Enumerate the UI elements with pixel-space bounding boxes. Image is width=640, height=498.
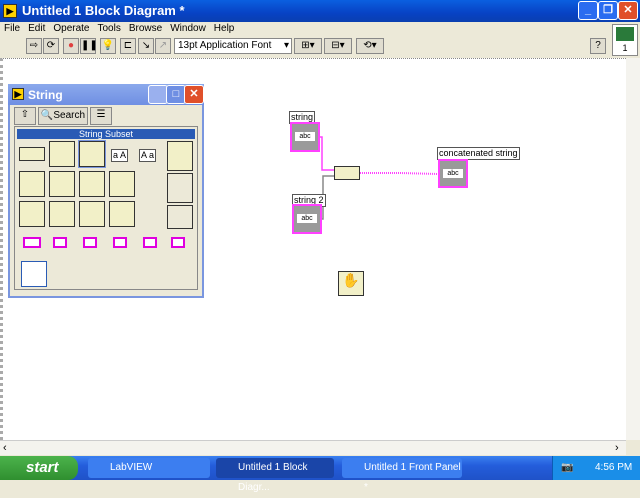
end-of-line-constant-icon[interactable] <box>143 237 157 248</box>
start-button[interactable]: start <box>0 456 78 480</box>
string-array-path-conversion-icon[interactable] <box>167 205 193 229</box>
clock[interactable]: 4:56 PM <box>595 456 632 480</box>
scan-from-string-icon[interactable] <box>19 201 45 227</box>
number-string-conversion-icon[interactable] <box>167 173 193 203</box>
palette-subset-title: String Subset <box>17 129 195 139</box>
spreadsheet-string-icon[interactable] <box>109 201 135 227</box>
tab-constant-icon[interactable] <box>171 237 185 248</box>
tray-icons[interactable]: 📷 <box>561 456 573 480</box>
palette-minimize-button[interactable] <box>148 85 168 104</box>
search-replace-string-icon[interactable] <box>49 171 75 197</box>
format-into-string-icon[interactable] <box>49 201 75 227</box>
vertical-scrollbar[interactable] <box>626 58 640 440</box>
palette-close-button[interactable]: ✕ <box>184 85 204 104</box>
task-block-diagram[interactable]: Untitled 1 Block Diagr... <box>216 458 334 493</box>
task-label: Untitled 1 Block Diagr... <box>238 462 308 493</box>
palette-body: String Subset a A A a <box>14 126 198 290</box>
palette-search-button[interactable]: 🔍Search <box>38 107 88 125</box>
search-label: Search <box>53 110 86 121</box>
palette-title: String <box>28 88 63 102</box>
to-upper-case-icon[interactable]: a A <box>111 149 129 162</box>
palette-up-button[interactable]: ⇧ <box>14 107 36 125</box>
line-feed-constant-icon[interactable] <box>113 237 127 248</box>
additional-string-functions-icon[interactable] <box>167 141 193 171</box>
task-labview[interactable]: LabVIEW <box>88 458 210 478</box>
task-front-panel[interactable]: Untitled 1 Front Panel * <box>342 458 462 493</box>
match-pattern-icon[interactable] <box>79 171 105 197</box>
horizontal-scrollbar[interactable]: ‹ › <box>0 440 626 455</box>
scroll-right-icon[interactable]: › <box>615 442 619 454</box>
concatenate-strings-icon[interactable] <box>49 141 75 167</box>
taskbar: start LabVIEW Untitled 1 Block Diagr... … <box>0 456 640 493</box>
string-2-control-terminal[interactable]: abc <box>292 204 322 234</box>
palette-title-bar[interactable]: ▶ String □ ✕ <box>8 84 204 105</box>
build-text-icon[interactable] <box>79 201 105 227</box>
to-lower-case-icon[interactable]: A a <box>139 149 157 162</box>
search-icon: 🔍 <box>40 110 54 121</box>
labview-icon: ▶ <box>12 88 24 100</box>
start-label: start <box>26 459 59 476</box>
wire-output[interactable] <box>360 172 439 175</box>
terminal-value: abc <box>295 132 315 141</box>
search-replace-string-node[interactable]: ✋ <box>338 271 364 296</box>
terminal-value: abc <box>297 214 317 223</box>
string-subset-icon[interactable] <box>78 140 106 168</box>
terminal-value: abc <box>443 169 463 178</box>
concatenated-string-indicator-terminal[interactable]: abc <box>438 159 468 188</box>
replace-substring-icon[interactable] <box>19 171 45 197</box>
system-tray: 📷 4:56 PM <box>552 456 640 480</box>
string-constant-icon[interactable] <box>23 237 41 248</box>
scroll-left-icon[interactable]: ‹ <box>3 442 7 454</box>
string-control-terminal[interactable]: abc <box>290 122 320 152</box>
string-palette: ▶ String □ ✕ ⇧ 🔍Search ☰ String Subset a… <box>8 84 204 298</box>
localized-decimal-point-icon[interactable] <box>21 261 47 287</box>
carriage-return-constant-icon[interactable] <box>83 237 97 248</box>
task-label: LabVIEW <box>110 462 153 473</box>
concatenate-strings-node[interactable] <box>334 166 360 180</box>
task-label: Untitled 1 Front Panel * <box>364 462 461 493</box>
format-date-time-icon[interactable] <box>109 171 135 197</box>
empty-string-constant-icon[interactable] <box>53 237 67 248</box>
palette-view-button[interactable]: ☰ <box>90 107 112 125</box>
string-length-icon[interactable] <box>19 147 45 161</box>
palette-maximize-button[interactable]: □ <box>166 85 186 104</box>
wire-string[interactable] <box>318 136 334 171</box>
